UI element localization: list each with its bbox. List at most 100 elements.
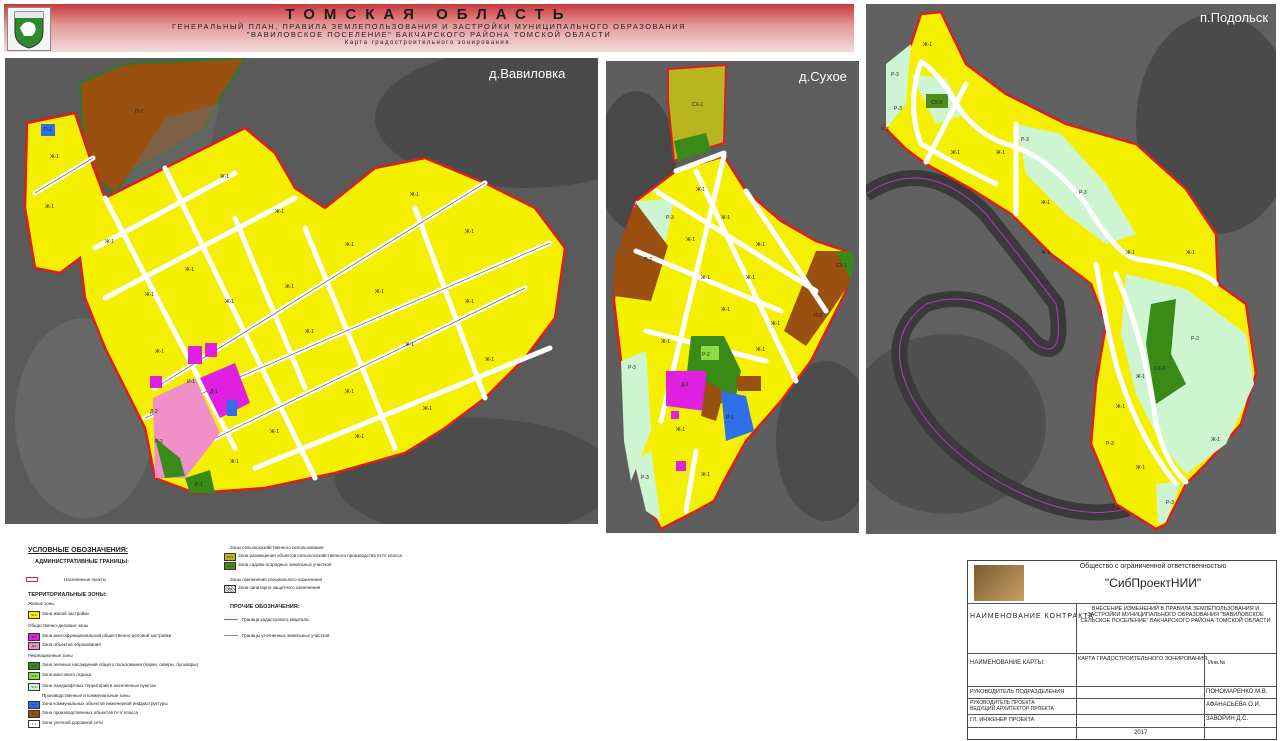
svg-text:Ж-1: Ж-1 [355, 434, 364, 440]
map-panel-suhoe[interactable]: СХ-1 П-2 П-2 Р-3 Р-3 Р-3 СХ-1 Д-1 Р-1 Р-… [606, 61, 859, 533]
label-sh1-2: СХ-1 [836, 263, 847, 269]
legend-swatch-d1: Д-1 [28, 633, 40, 641]
title-block-stamp: Общество с ограниченной ответственностью… [967, 560, 1277, 740]
svg-text:Ж-1: Ж-1 [701, 472, 710, 478]
label-d1: Д-1 [210, 389, 218, 395]
legend-swatch-t1: Т-1 [28, 720, 40, 728]
label-i1: И-1 [187, 379, 195, 385]
svg-text:Ж-1: Ж-1 [185, 267, 194, 273]
svg-text:Р-3: Р-3 [1191, 336, 1199, 342]
svg-text:Ж-1: Ж-1 [465, 229, 474, 235]
svg-text:Ж-1: Ж-1 [410, 192, 419, 198]
label-p3-suhoe: Р-3 [666, 215, 674, 221]
title-banner: ТОМСКАЯ ОБЛАСТЬ ГЕНЕРАЛЬНЫЙ ПЛАН, ПРАВИЛ… [4, 4, 854, 52]
region-title: ТОМСКАЯ ОБЛАСТЬ [285, 6, 573, 23]
svg-text:Ж-1: Ж-1 [345, 389, 354, 395]
legend-title: УСЛОВНЫЕ ОБОЗНАЧЕНИЯ: [28, 547, 129, 554]
svg-text:Р-3: Р-3 [1041, 280, 1049, 286]
svg-text:Ж-1: Ж-1 [465, 299, 474, 305]
svg-text:СХ-2: СХ-2 [1154, 366, 1165, 372]
legend-swatch-r1: Р-1 [28, 662, 40, 670]
legend-swatch-p1: П-1 [28, 710, 40, 718]
company-name: "СибПроектНИИ" [1104, 576, 1202, 590]
map-suhoe: СХ-1 П-2 П-2 Р-3 Р-3 Р-3 СХ-1 Д-1 Р-1 Р-… [606, 61, 859, 533]
svg-text:Р-3: Р-3 [1021, 137, 1029, 143]
svg-text:Ж-1: Ж-1 [145, 292, 154, 298]
legend-territorial: ТЕРРИТОРИАЛЬНЫЕ ЗОНЫ: [28, 592, 107, 598]
label-j-podolsk: Ж-1 [923, 42, 932, 48]
legend-swatch-sh2: СХ-2 [224, 562, 236, 570]
legend-swatch-sp: Р-4 [224, 585, 236, 593]
svg-text:Ж-1: Ж-1 [996, 150, 1005, 156]
svg-text:Р-3: Р-3 [894, 106, 902, 112]
legend-line-parcels [224, 635, 238, 636]
svg-text:Ж-1: Ж-1 [1136, 374, 1145, 380]
svg-text:Ж-1: Ж-1 [305, 329, 314, 335]
svg-text:Ж-1: Ж-1 [1211, 437, 1220, 443]
svg-text:Ж-1: Ж-1 [701, 275, 710, 281]
svg-text:Ж-1: Ж-1 [220, 174, 229, 180]
panel-title-podolsk: п.Подольск [1200, 10, 1269, 25]
svg-text:Ж-1: Ж-1 [270, 429, 279, 435]
map-vavilovka: П-2 П-1 Д-2 Д-1 И-1 Р-1 Р-2 Ж-1 Ж-1 Ж-1 … [5, 58, 598, 524]
label-p1: П-1 [44, 127, 52, 133]
label-d1-suhoe: Д-1 [681, 382, 689, 388]
svg-text:Ж-1: Ж-1 [375, 289, 384, 295]
svg-text:Ж-1: Ж-1 [721, 215, 730, 221]
svg-text:Ж-1: Ж-1 [485, 357, 494, 363]
header-line-3: Карта градостроительного зонирования. [344, 40, 514, 46]
svg-text:Ж-1: Ж-1 [45, 204, 54, 210]
svg-text:Ж-1: Ж-1 [771, 321, 780, 327]
label-j: Ж-1 [50, 154, 59, 160]
label-r2-suhoe: Р-2 [702, 352, 710, 358]
svg-text:Ж-1: Ж-1 [225, 299, 234, 305]
svg-text:Ж-1: Ж-1 [1116, 404, 1125, 410]
label-p2-suhoe: П-2 [644, 257, 652, 263]
svg-text:Ж-1: Ж-1 [676, 427, 685, 433]
legend-admin: АДМИНИСТРАТИВНЫЕ ГРАНИЦЫ: [35, 559, 129, 565]
label-r2: Р-2 [155, 439, 163, 445]
svg-text:Ж-1: Ж-1 [285, 284, 294, 290]
map-panel-podolsk[interactable]: Ж-1 Ж-1 Ж-1 Ж-1 Ж-1 Ж-1 Ж-1 Ж-1 Ж-1 Ж-1 … [866, 4, 1276, 534]
svg-text:Ж-1: Ж-1 [275, 209, 284, 215]
legend-swatch-r3: Р-3 [28, 683, 40, 691]
label-sh1: СХ-1 [692, 102, 703, 108]
svg-text:Р-3: Р-3 [628, 365, 636, 371]
legend-swatch-i1: И-1 [28, 701, 40, 709]
svg-text:Ж-1: Ж-1 [686, 237, 695, 243]
svg-text:П-2: П-2 [814, 313, 822, 319]
contract-text: ВНЕСЕНИЕ ИЗМЕНЕНИЙ В ПРАВИЛА ЗЕМЛЕПОЛЬЗО… [1080, 606, 1271, 624]
company-logo [974, 565, 1024, 601]
legend-swatch-d2: Д-2 [28, 642, 40, 650]
label-sh2-podolsk: СХ-2 [931, 100, 942, 106]
map-podolsk: Ж-1 Ж-1 Ж-1 Ж-1 Ж-1 Ж-1 Ж-1 Ж-1 Ж-1 Ж-1 … [866, 4, 1276, 534]
svg-text:Р-3: Р-3 [1106, 441, 1114, 447]
svg-text:Р-3: Р-3 [1166, 500, 1174, 506]
svg-text:Ж-1: Ж-1 [1136, 465, 1145, 471]
legend-swatch-sh1: СХ-1 [224, 553, 236, 561]
legend-line-cadastral [224, 619, 238, 620]
label-r1: Р-1 [195, 482, 203, 488]
label-r3-podolsk: Р-3 [891, 72, 899, 78]
legend-swatch-r2: Р-2 [28, 672, 40, 680]
svg-text:Ж-1: Ж-1 [756, 347, 765, 353]
panel-title-vavilovka: д.Вавиловка [489, 66, 566, 81]
company-type: Общество с ограниченной ответственностью [1079, 563, 1227, 570]
svg-text:Ж-1: Ж-1 [746, 275, 755, 281]
header-line-2: "ВАВИЛОВСКОЕ ПОСЕЛЕНИЕ" БАКЧАРСКОГО РАЙО… [246, 30, 612, 39]
svg-text:Р-3: Р-3 [881, 127, 889, 133]
map-name: КАРТА ГРАДОСТРОИТЕЛЬНОГО ЗОНИРОВАНИЯ. [1078, 656, 1209, 662]
legend-swatch-settlement [26, 577, 38, 582]
svg-text:Ж-1: Ж-1 [423, 406, 432, 412]
svg-text:Ж-1: Ж-1 [661, 339, 670, 345]
map-panel-vavilovka[interactable]: П-2 П-1 Д-2 Д-1 И-1 Р-1 Р-2 Ж-1 Ж-1 Ж-1 … [5, 58, 598, 524]
svg-text:Ж-1: Ж-1 [345, 242, 354, 248]
svg-text:Ж-1: Ж-1 [1041, 200, 1050, 206]
label-p2: П-2 [135, 109, 143, 115]
svg-text:Ж-1: Ж-1 [105, 239, 114, 245]
svg-text:Ж-1: Ж-1 [1126, 250, 1135, 256]
svg-text:Ж-1: Ж-1 [230, 459, 239, 465]
svg-text:Ж-1: Ж-1 [756, 242, 765, 248]
svg-text:Ж-1: Ж-1 [721, 307, 730, 313]
svg-text:Р-3: Р-3 [641, 475, 649, 481]
